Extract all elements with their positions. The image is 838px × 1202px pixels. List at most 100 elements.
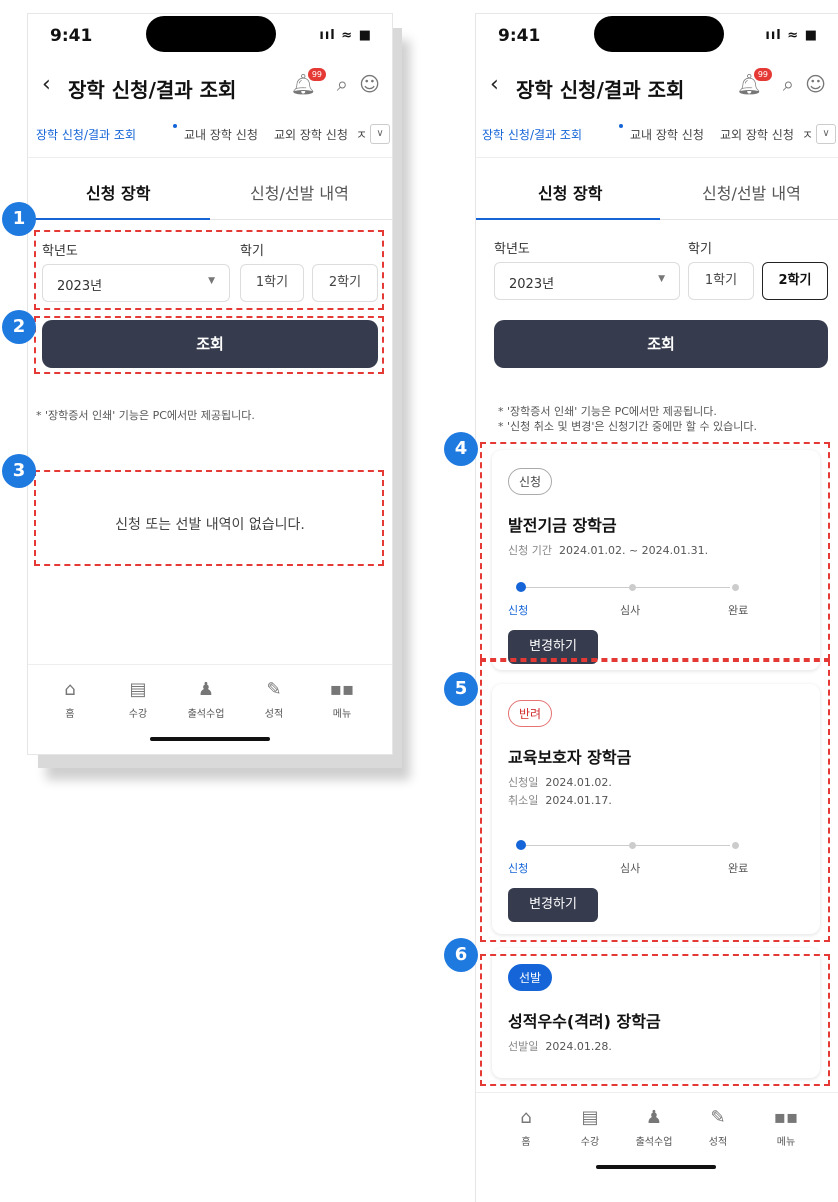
annotation-marker-2: 2 <box>2 310 36 344</box>
semester1-button[interactable]: 1학기 <box>688 262 754 300</box>
status-bar: 9:41 ııl ≈ ■ <box>476 14 838 58</box>
signal-wifi-battery-icon: ııl ≈ ■ <box>765 28 818 43</box>
user-icon[interactable]: ☺︎ <box>805 72 826 96</box>
dynamic-island <box>594 16 724 52</box>
back-icon[interactable]: ‹ <box>42 72 51 97</box>
grade-icon: ✎ <box>266 679 282 700</box>
home-icon: ⌂ <box>520 1107 532 1128</box>
notification-badge: 99 <box>753 68 772 81</box>
notice-cancel: * '신청 취소 및 변경'은 신청기간 중에만 할 수 있습니다. <box>498 420 758 433</box>
nav-label: 수강 <box>128 709 148 720</box>
nav-label: 출석수업 <box>635 1137 673 1148</box>
annotation-box-1 <box>34 230 384 310</box>
notice-print: * '장학증서 인쇄' 기능은 PC에서만 제공됩니다. <box>498 405 717 418</box>
tab-apply-scholarship[interactable]: 신청 장학 <box>86 180 150 204</box>
nav-label: 성적 <box>264 709 284 720</box>
status-bar: 9:41 ııl ≈ ■ <box>28 14 392 58</box>
year-select[interactable]: 2023년 ▼ <box>494 262 680 300</box>
tab-apply-history[interactable]: 신청/선발 내역 <box>250 180 349 204</box>
sub-tab-bar: 장학 신청/결과 조회 교내 장학 신청 교외 장학 신청 ㅈ ∨ <box>28 114 392 158</box>
course-icon: ▤ <box>581 1107 599 1128</box>
chevron-down-icon[interactable]: ∨ <box>816 124 836 144</box>
nav-label: 메뉴 <box>332 709 352 720</box>
subtab-more-partial[interactable]: ㅈ <box>802 126 813 143</box>
nav-home[interactable]: ⌂ 홈 <box>42 679 98 720</box>
active-dot <box>619 124 623 128</box>
nav-label: 홈 <box>65 709 75 720</box>
nav-course[interactable]: ▤ 수강 <box>562 1107 618 1148</box>
annotation-box-4 <box>480 442 830 660</box>
subtab-internal-apply[interactable]: 교내 장학 신청 <box>630 126 704 143</box>
sub-tab-bar: 장학 신청/결과 조회 교내 장학 신청 교외 장학 신청 ㅈ ∨ <box>476 114 838 158</box>
nav-label: 성적 <box>708 1137 728 1148</box>
subtab-scholarship-result[interactable]: 장학 신청/결과 조회 <box>36 126 136 143</box>
dynamic-island <box>146 16 276 52</box>
annotation-box-5 <box>480 660 830 942</box>
search-icon[interactable]: ⌕ <box>783 72 794 96</box>
chevron-down-icon[interactable]: ∨ <box>370 124 390 144</box>
nav-grade[interactable]: ✎ 성적 <box>246 679 302 720</box>
nav-label: 메뉴 <box>776 1137 796 1148</box>
status-time: 9:41 <box>498 26 541 46</box>
subtab-more-partial[interactable]: ㅈ <box>356 126 367 143</box>
year-select-value: 2023년 <box>509 277 555 292</box>
nav-menu[interactable]: ▪▪ 메뉴 <box>314 679 370 720</box>
semester-label: 학기 <box>688 242 712 257</box>
page-title: 장학 신청/결과 조회 <box>68 78 237 102</box>
active-tab-indicator <box>28 218 210 220</box>
status-time: 9:41 <box>50 26 93 46</box>
nav-attendance[interactable]: ♟ 출석수업 <box>178 679 234 720</box>
search-icon[interactable]: ⌕ <box>337 72 348 96</box>
signal-wifi-battery-icon: ııl ≈ ■ <box>319 28 372 43</box>
nav-label: 수강 <box>580 1137 600 1148</box>
annotation-marker-4: 4 <box>444 432 478 466</box>
phone-screen-empty: 9:41 ııl ≈ ■ ‹ 장학 신청/결과 조회 🔔︎ 99 ⌕ ☺︎ 장학… <box>28 14 392 754</box>
notification-badge: 99 <box>307 68 326 81</box>
nav-menu[interactable]: ▪▪ 메뉴 <box>758 1107 814 1148</box>
home-indicator <box>150 737 270 741</box>
home-indicator <box>596 1165 716 1169</box>
dropdown-arrow-icon: ▼ <box>658 274 665 284</box>
nav-attendance[interactable]: ♟ 출석수업 <box>626 1107 682 1148</box>
annotation-marker-3: 3 <box>2 454 36 488</box>
back-icon[interactable]: ‹ <box>490 72 499 97</box>
screen: 9:41 ııl ≈ ■ ‹ 장학 신청/결과 조회 🔔︎ 99 ⌕ ☺︎ 장학… <box>0 0 838 1202</box>
subtab-internal-apply[interactable]: 교내 장학 신청 <box>184 126 258 143</box>
bottom-nav: ⌂ 홈 ▤ 수강 ♟ 출석수업 ✎ 성적 ▪▪ 메뉴 <box>28 664 392 754</box>
annotation-box-2 <box>34 316 384 374</box>
nav-course[interactable]: ▤ 수강 <box>110 679 166 720</box>
tab-apply-history[interactable]: 신청/선발 내역 <box>702 180 801 204</box>
main-tab-bar: 신청 장학 신청/선발 내역 <box>28 158 392 220</box>
annotation-marker-1: 1 <box>2 202 36 236</box>
bottom-nav: ⌂ 홈 ▤ 수강 ♟ 출석수업 ✎ 성적 ▪▪ 메뉴 <box>476 1092 838 1182</box>
nav-label: 홈 <box>521 1137 531 1148</box>
active-dot <box>173 124 177 128</box>
attendance-icon: ♟ <box>197 679 215 700</box>
nav-grade[interactable]: ✎ 성적 <box>690 1107 746 1148</box>
annotation-marker-5: 5 <box>444 672 478 706</box>
semester2-button-selected[interactable]: 2학기 <box>762 262 828 300</box>
notice-print: * '장학증서 인쇄' 기능은 PC에서만 제공됩니다. <box>36 409 255 422</box>
active-tab-indicator <box>476 218 660 220</box>
course-icon: ▤ <box>129 679 147 700</box>
app-bar: ‹ 장학 신청/결과 조회 🔔︎ 99 ⌕ ☺︎ <box>476 58 838 114</box>
main-tab-bar: 신청 장학 신청/선발 내역 <box>476 158 838 220</box>
menu-grid-icon: ▪▪ <box>773 1107 799 1128</box>
subtab-scholarship-result[interactable]: 장학 신청/결과 조회 <box>482 126 582 143</box>
grade-icon: ✎ <box>710 1107 726 1128</box>
page-title: 장학 신청/결과 조회 <box>516 78 685 102</box>
search-button[interactable]: 조회 <box>494 320 828 368</box>
annotation-box-3 <box>34 470 384 566</box>
annotation-marker-6: 6 <box>444 938 478 972</box>
app-bar: ‹ 장학 신청/결과 조회 🔔︎ 99 ⌕ ☺︎ <box>28 58 392 114</box>
annotation-box-6 <box>480 954 830 1086</box>
subtab-external-apply[interactable]: 교외 장학 신청 <box>274 126 348 143</box>
attendance-icon: ♟ <box>645 1107 663 1128</box>
user-icon[interactable]: ☺︎ <box>359 72 380 96</box>
menu-grid-icon: ▪▪ <box>329 679 355 700</box>
nav-home[interactable]: ⌂ 홈 <box>498 1107 554 1148</box>
subtab-external-apply[interactable]: 교외 장학 신청 <box>720 126 794 143</box>
year-label: 학년도 <box>494 242 530 257</box>
nav-label: 출석수업 <box>187 709 225 720</box>
tab-apply-scholarship[interactable]: 신청 장학 <box>538 180 602 204</box>
